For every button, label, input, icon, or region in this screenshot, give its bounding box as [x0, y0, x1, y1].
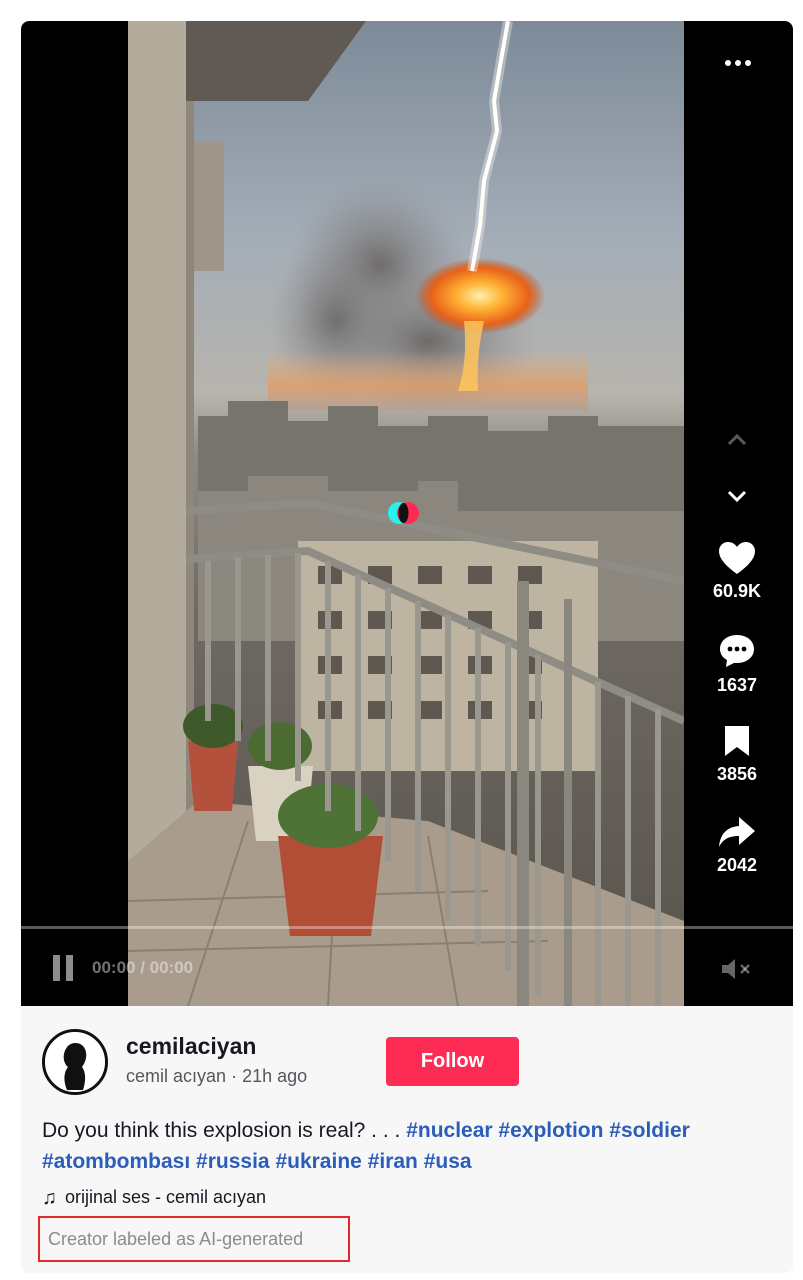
share-count: 2042: [716, 855, 758, 875]
save-action: 3856: [701, 724, 773, 785]
comment-action: 1637: [701, 633, 773, 696]
time-readout: 00:00 / 00:00: [92, 958, 194, 977]
author-username[interactable]: cemilaciyan: [126, 1033, 256, 1060]
music-label: orijinal ses - cemil acıyan: [65, 1187, 267, 1207]
hashtag-link[interactable]: #soldier: [609, 1119, 690, 1142]
progress-bar[interactable]: [21, 926, 793, 929]
bookmark-icon[interactable]: [722, 724, 752, 758]
ai-label-text: Creator labeled as AI-generated: [48, 1228, 304, 1249]
hashtag-link[interactable]: #ukraine: [275, 1150, 361, 1173]
chevron-down-icon: [727, 490, 747, 503]
avatar[interactable]: [42, 1029, 108, 1095]
video-caption: Do you think this explosion is real? . .…: [42, 1115, 772, 1177]
author-display-name: cemil acıyan: [126, 1066, 227, 1086]
hashtag-link[interactable]: #usa: [424, 1150, 472, 1173]
save-count: 3856: [716, 764, 758, 784]
share-action: 2042: [701, 815, 773, 876]
previous-video-button[interactable]: [722, 428, 752, 452]
hashtag-link[interactable]: #nuclear: [406, 1119, 492, 1142]
hashtag-link[interactable]: #iran: [368, 1150, 418, 1173]
post-card: 60.9K 1637 3856 2042 00:00 / 00:00 cemil…: [21, 21, 793, 1273]
hashtag-link[interactable]: #explotion: [498, 1119, 603, 1142]
mute-button[interactable]: [720, 957, 754, 981]
comment-count: 1637: [716, 675, 758, 695]
next-video-button[interactable]: [722, 484, 752, 508]
ai-generated-label: Creator labeled as AI-generated: [38, 1216, 350, 1262]
author-subline: cemil acıyan · 21h ago: [126, 1066, 307, 1087]
hashtag-link[interactable]: #atombombası: [42, 1150, 190, 1173]
tiktok-watermark-logo: [387, 500, 421, 526]
like-action: 60.9K: [701, 541, 773, 602]
music-link[interactable]: ♫ orijinal ses - cemil acıyan: [42, 1187, 266, 1208]
video-player[interactable]: 60.9K 1637 3856 2042 00:00 / 00:00: [21, 21, 793, 1006]
play-pause-button[interactable]: [51, 955, 75, 981]
music-note-icon: ♫: [42, 1186, 57, 1209]
caption-text: Do you think this explosion is real? . .…: [42, 1119, 401, 1142]
hashtag-link[interactable]: #russia: [196, 1150, 270, 1173]
muted-speaker-icon: [722, 959, 750, 979]
share-arrow-icon[interactable]: [717, 815, 757, 849]
chevron-up-icon: [727, 433, 747, 446]
separator-dot: ·: [231, 1066, 238, 1086]
pause-icon: [53, 955, 60, 981]
ellipsis-icon: [725, 60, 751, 66]
more-options-button[interactable]: [721, 51, 755, 71]
total-time: 00:00: [149, 958, 194, 977]
current-time: 00:00: [92, 958, 136, 977]
like-count: 60.9K: [712, 581, 762, 601]
avatar-silhouette-icon: [45, 1032, 105, 1092]
comment-icon[interactable]: [718, 633, 756, 669]
follow-button[interactable]: Follow: [386, 1037, 519, 1086]
author-row: cemilaciyan cemil acıyan · 21h ago Follo…: [42, 1029, 772, 1105]
post-time: 21h ago: [242, 1066, 308, 1086]
heart-icon[interactable]: [718, 541, 756, 575]
